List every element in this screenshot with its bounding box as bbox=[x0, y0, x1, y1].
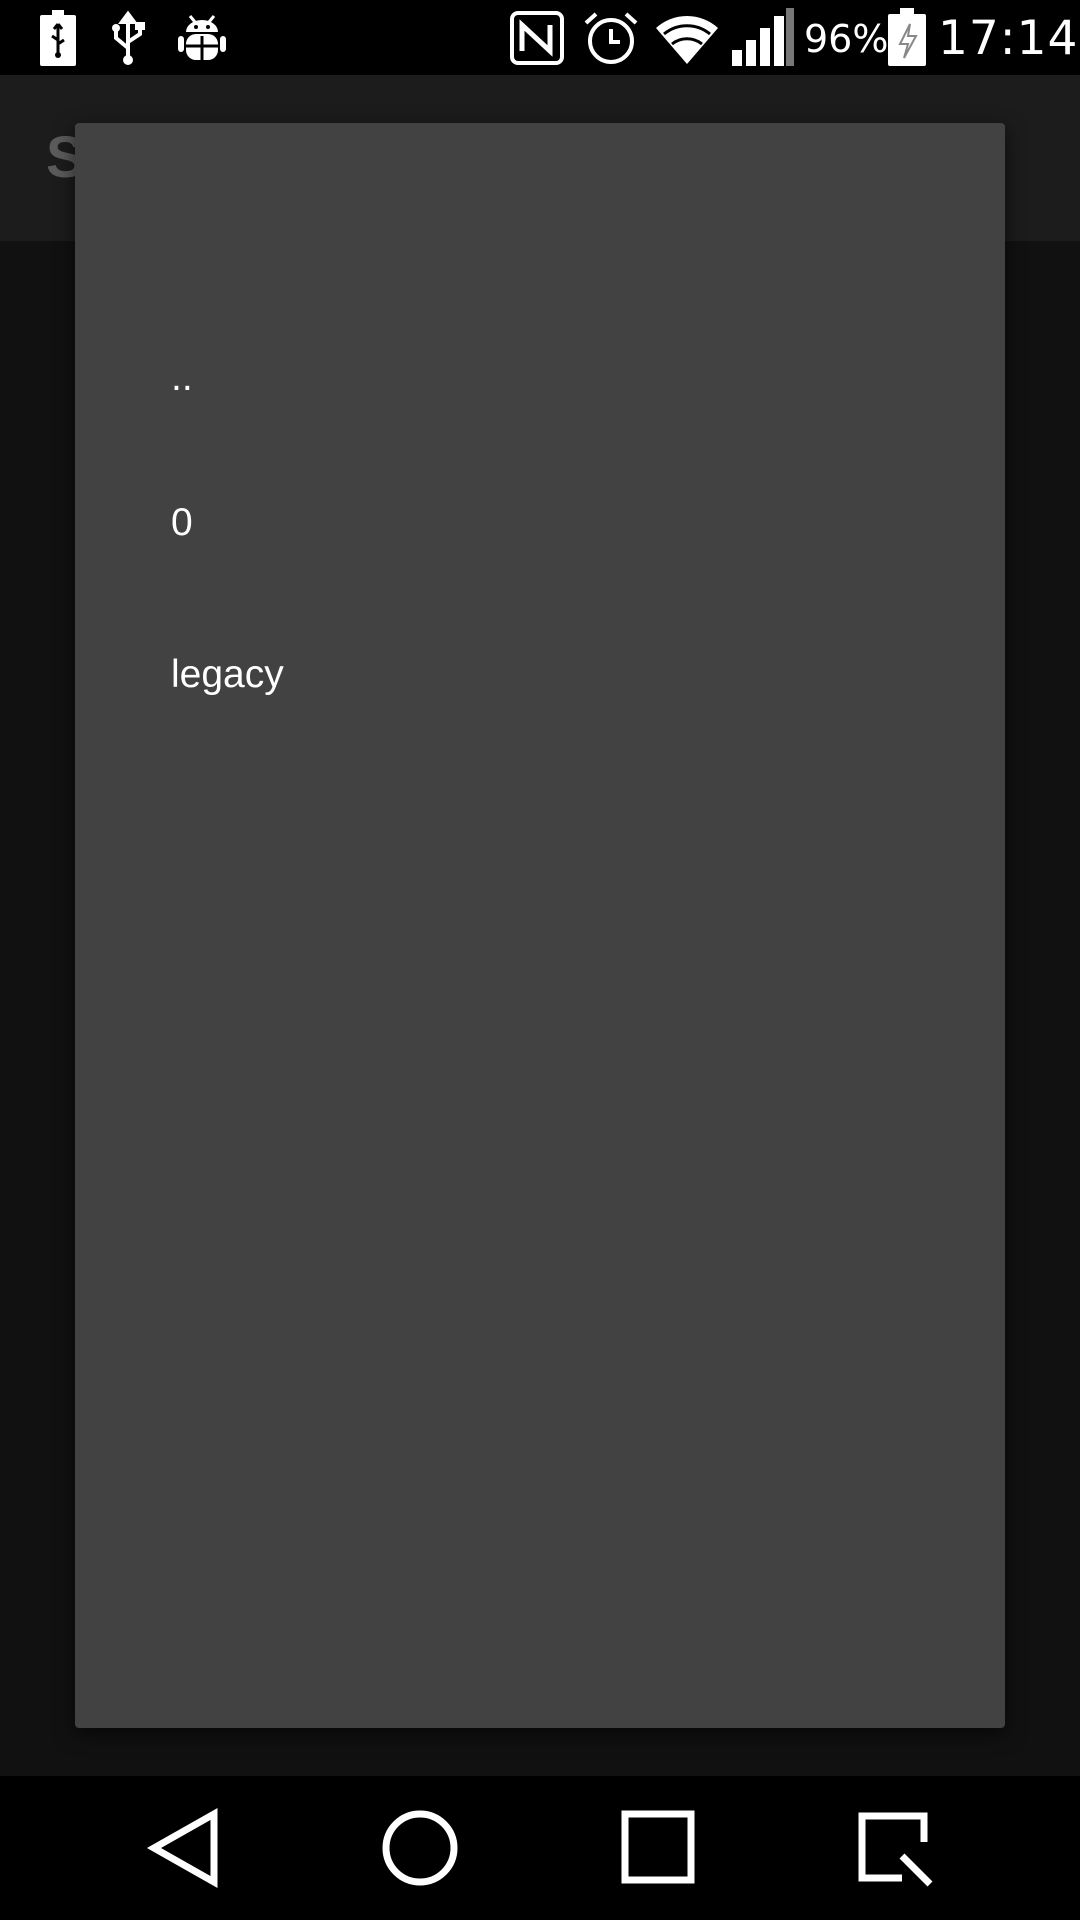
alarm-icon bbox=[584, 12, 638, 64]
android-debug-icon bbox=[178, 15, 226, 60]
signal-icon bbox=[732, 8, 794, 66]
recents-icon bbox=[621, 1810, 695, 1884]
battery-charging-icon bbox=[888, 8, 926, 66]
screenshot-icon bbox=[858, 1812, 933, 1887]
status-bar: 96% 17:14 bbox=[0, 0, 1080, 75]
home-button[interactable] bbox=[340, 1776, 500, 1920]
file-picker-dialog: .. 0 legacy bbox=[75, 123, 1005, 1728]
back-button[interactable] bbox=[104, 1776, 264, 1920]
recents-button[interactable] bbox=[579, 1776, 739, 1920]
navigation-bar bbox=[0, 1776, 1080, 1920]
list-item-label: 0 bbox=[171, 501, 193, 544]
screenshot-button[interactable] bbox=[818, 1776, 978, 1920]
usb-icon bbox=[112, 10, 145, 65]
list-item-legacy[interactable]: legacy bbox=[75, 600, 1005, 750]
list-item-parent-directory[interactable]: .. bbox=[75, 303, 1005, 453]
list-item-label: legacy bbox=[171, 653, 284, 696]
list-item-label: .. bbox=[171, 356, 193, 399]
battery-usb-icon bbox=[40, 10, 76, 66]
home-icon bbox=[382, 1810, 458, 1886]
clock: 17:14 bbox=[938, 11, 1079, 66]
list-item-0[interactable]: 0 bbox=[75, 448, 1005, 598]
wifi-icon bbox=[656, 15, 718, 64]
nfc-icon bbox=[510, 11, 564, 65]
screen: 96% 17:14 S .. 0 legacy bbox=[0, 0, 1080, 1920]
back-icon bbox=[146, 1807, 218, 1889]
battery-percent: 96% bbox=[804, 17, 889, 61]
